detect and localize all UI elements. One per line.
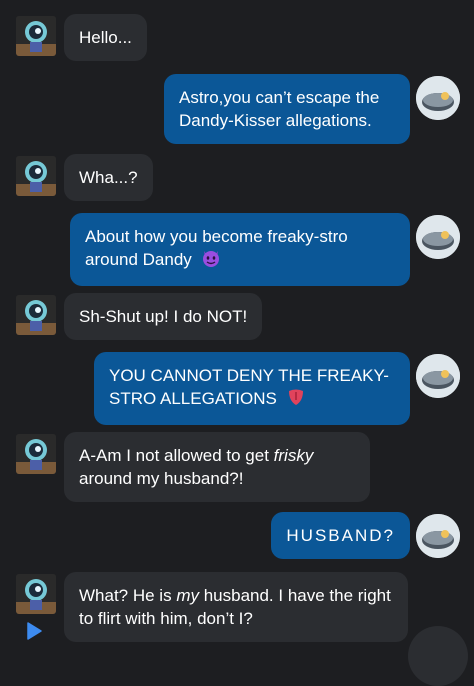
message-text: What? He is xyxy=(79,586,177,605)
message-bubble-incoming: Wha...? xyxy=(64,154,153,201)
astro-avatar-icon[interactable] xyxy=(16,295,56,335)
message-text: A-Am I not allowed to get xyxy=(79,446,274,465)
message-text: HUSBAND? xyxy=(286,526,395,545)
message-text: Sh-Shut up! I do NOT! xyxy=(79,307,248,326)
message-bubble-incoming: What? He is my husband. I have the right… xyxy=(64,572,408,642)
cloud-moon-avatar-icon[interactable] xyxy=(416,215,460,259)
astro-avatar-icon[interactable] xyxy=(16,156,56,196)
message-bubble-incoming: A-Am I not allowed to get frisky around … xyxy=(64,432,370,502)
astro-avatar-icon[interactable] xyxy=(16,434,56,474)
cloud-moon-avatar-icon[interactable] xyxy=(416,76,460,120)
astro-avatar-icon[interactable] xyxy=(16,16,56,56)
scroll-button[interactable] xyxy=(408,626,468,686)
tongue-emoji-icon xyxy=(286,387,306,413)
message-bubble-outgoing: About how you become freaky-stro around … xyxy=(70,213,410,286)
cloud-moon-avatar-icon[interactable] xyxy=(416,354,460,398)
message-bubble-outgoing: Astro,you can’t escape the Dandy-Kisser … xyxy=(164,74,410,144)
message-bubble-incoming: Hello... xyxy=(64,14,147,61)
message-bubble-outgoing: YOU CANNOT DENY THE FREAKY-STRO ALLEGATI… xyxy=(94,352,410,425)
astro-avatar-icon[interactable] xyxy=(16,574,56,614)
message-text: Wha...? xyxy=(79,168,138,187)
message-text: Astro,you can’t escape the Dandy-Kisser … xyxy=(179,88,380,130)
message-text: YOU CANNOT DENY THE FREAKY-STRO ALLEGATI… xyxy=(109,366,389,408)
message-bubble-incoming: Sh-Shut up! I do NOT! xyxy=(64,293,263,340)
message-text-italic: my xyxy=(176,586,199,605)
message-bubble-outgoing: HUSBAND? xyxy=(271,512,410,559)
message-text: around my husband?! xyxy=(79,469,244,488)
message-text: Hello... xyxy=(79,28,132,47)
cloud-moon-avatar-icon[interactable] xyxy=(416,514,460,558)
play-icon[interactable] xyxy=(26,622,42,645)
message-text-italic: frisky xyxy=(273,446,314,465)
smiling-imp-emoji-icon xyxy=(201,248,221,274)
